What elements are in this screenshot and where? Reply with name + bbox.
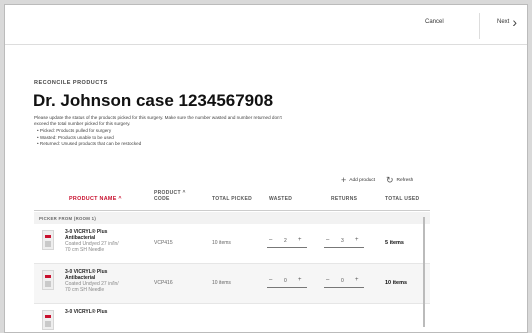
increment-button[interactable]: +: [355, 237, 359, 243]
legend-picked: • Picked: Products pulled for surgery: [37, 128, 112, 133]
add-product-label: Add product: [349, 177, 376, 183]
next-label: Next: [497, 19, 510, 25]
wasted-value[interactable]: 2: [284, 238, 287, 244]
product-name: 3-0 VICRYL® Plus: [65, 309, 135, 315]
table-row: 3-0 VICRYL® Plus: [34, 304, 430, 332]
product-name-line1: 3-0 VICRYL® Plus: [65, 309, 108, 315]
col-wasted: WASTED: [269, 196, 293, 202]
col-total-used: TOTAL USED: [385, 196, 420, 202]
table-row: 3-0 VICRYL® Plus Antibacterial Coated Un…: [34, 264, 430, 304]
page-description: Please update the status of the products…: [34, 115, 282, 126]
product-desc-line2: 70 cm SH Needle: [65, 287, 105, 293]
refresh-label: Refresh: [396, 178, 414, 183]
increment-button[interactable]: +: [355, 277, 359, 283]
total-used: 10 items: [385, 280, 408, 286]
col-returns: RETURNS: [331, 196, 358, 202]
product-name: 3-0 VICRYL® Plus Antibacterial Coated Un…: [65, 269, 135, 293]
col-product-code[interactable]: PRODUCT ^ CODE: [154, 190, 186, 202]
page-title: Dr. Johnson case 1234567908: [33, 91, 274, 110]
decrement-button[interactable]: –: [269, 237, 272, 243]
scrollbar[interactable]: [423, 217, 425, 327]
col-product-name[interactable]: PRODUCT NAME ^: [69, 196, 122, 202]
decrement-button[interactable]: –: [326, 237, 329, 243]
refresh-icon: ↻: [386, 175, 394, 185]
total-picked: 10 items: [212, 240, 231, 246]
table-header: PRODUCT NAME ^ PRODUCT ^ CODE TOTAL PICK…: [34, 187, 430, 211]
col-product-code-line2: CODE: [154, 196, 170, 202]
wasted-stepper[interactable]: – 0 +: [267, 276, 307, 288]
status-legend: • Picked: Products pulled for surgery • …: [37, 128, 141, 148]
product-thumbnail: [42, 310, 54, 330]
divider: [479, 13, 480, 39]
col-total-picked: TOTAL PICKED: [212, 196, 252, 202]
total-picked: 10 items: [212, 280, 231, 286]
add-product-button[interactable]: + Add product: [341, 175, 375, 185]
product-code: VCP416: [154, 280, 173, 286]
page-eyebrow: RECONCILE PRODUCTS: [34, 80, 108, 86]
returns-value[interactable]: 3: [341, 238, 344, 244]
legend-returned: • Returned: Unused products that can be …: [37, 141, 142, 147]
legend-wasted: • Wasted: Products unable to be used: [37, 134, 114, 140]
group-header: PICKER FROM (ROOM 1): [34, 212, 430, 224]
refresh-button[interactable]: ↻ Refresh: [386, 175, 413, 186]
returns-stepper[interactable]: – 3 +: [324, 236, 364, 248]
product-code: VCP415: [154, 240, 173, 246]
table-row: 3-0 VICRYL® Plus Antibacterial Coated Un…: [34, 224, 430, 264]
wasted-stepper[interactable]: – 2 +: [267, 236, 307, 248]
returns-value[interactable]: 0: [341, 278, 344, 284]
product-desc-line2: 70 cm SH Needle: [65, 247, 105, 253]
app-window: Cancel Next › RECONCILE PRODUCTS Dr. Joh…: [4, 4, 528, 333]
cancel-button[interactable]: Cancel: [425, 19, 444, 25]
product-thumbnail: [42, 270, 54, 290]
product-name: 3-0 VICRYL® Plus Antibacterial Coated Un…: [65, 229, 135, 253]
total-used: 5 items: [385, 240, 404, 246]
top-bar: Cancel Next ›: [5, 5, 527, 45]
chevron-right-icon: ›: [512, 14, 518, 30]
increment-button[interactable]: +: [298, 237, 302, 243]
decrement-button[interactable]: –: [326, 277, 329, 283]
product-thumbnail: [42, 230, 54, 250]
plus-icon: +: [341, 175, 347, 185]
returns-stepper[interactable]: – 0 +: [324, 276, 364, 288]
decrement-button[interactable]: –: [269, 277, 272, 283]
increment-button[interactable]: +: [298, 277, 302, 283]
wasted-value[interactable]: 0: [284, 278, 287, 284]
next-button[interactable]: Next ›: [497, 14, 518, 30]
